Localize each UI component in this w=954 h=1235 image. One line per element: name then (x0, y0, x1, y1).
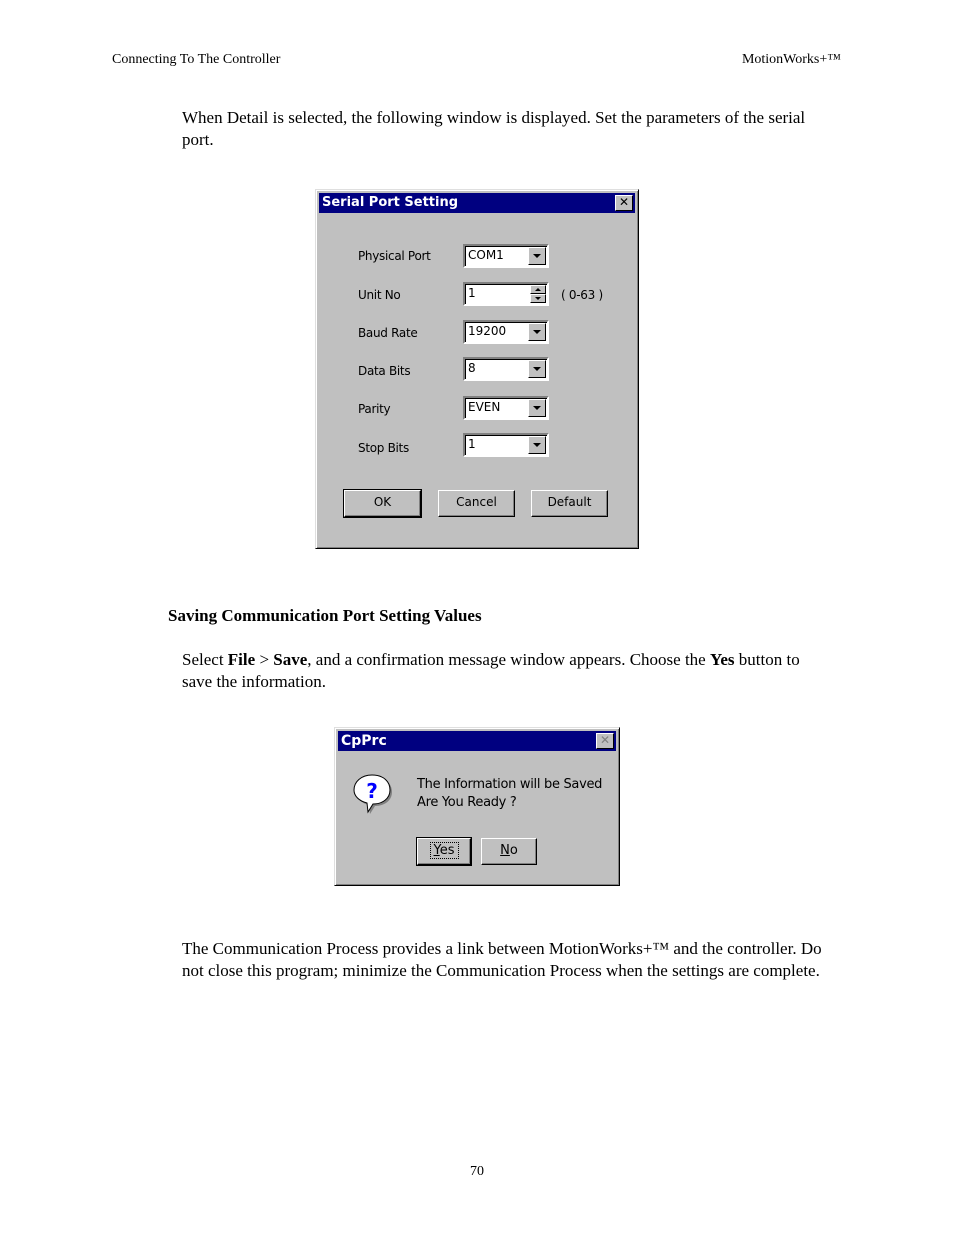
close-icon: ✕ (596, 733, 614, 749)
no-mnemonic: N (500, 843, 510, 858)
parity-label: Parity (358, 402, 391, 416)
stop-bits-select[interactable]: 1 (463, 433, 549, 457)
baud-rate-select[interactable]: 19200 (463, 320, 549, 344)
yes-button-ref: Yes (709, 650, 735, 669)
serial-port-setting-dialog: Serial Port Setting ✕ Physical Port COM1… (315, 189, 639, 549)
chevron-down-icon[interactable] (528, 399, 546, 417)
yes-button[interactable]: Yes (416, 837, 472, 866)
save-instructions: Select File > Save, and a confirmation m… (182, 649, 832, 693)
spinner-buttons (530, 285, 546, 303)
unit-no-label: Unit No (358, 288, 401, 302)
dialog-titlebar: Serial Port Setting ✕ (319, 193, 635, 213)
stop-bits-label: Stop Bits (358, 441, 409, 455)
data-bits-label: Data Bits (358, 364, 411, 378)
text-span: > (255, 650, 274, 669)
section-heading: Saving Communication Port Setting Values (168, 606, 482, 625)
spin-down-icon[interactable] (530, 294, 546, 303)
confirm-dialog: CpPrc ✕ ? The Information will be Saved … (334, 727, 620, 886)
unit-no-spinner[interactable]: 1 (463, 282, 549, 306)
dialog-title: CpPrc (341, 733, 387, 749)
stop-bits-value: 1 (468, 437, 476, 451)
no-button[interactable]: No (481, 838, 537, 865)
page-number: 70 (470, 1164, 484, 1179)
parity-value: EVEN (468, 400, 501, 414)
default-button[interactable]: Default (531, 490, 608, 517)
parity-select[interactable]: EVEN (463, 396, 549, 420)
focus-rect: Yes (429, 842, 459, 859)
yes-label: es (439, 843, 455, 858)
unit-no-range-hint: ( 0-63 ) (561, 288, 603, 302)
spin-up-icon[interactable] (530, 285, 546, 294)
page-header-right: MotionWorks+™ (741, 52, 841, 67)
ok-button[interactable]: OK (343, 489, 422, 518)
svg-text:?: ? (366, 779, 378, 803)
dialog-title: Serial Port Setting (322, 195, 459, 210)
message-line-1: The Information will be Saved (417, 777, 603, 792)
no-label: o (509, 843, 518, 858)
physical-port-label: Physical Port (358, 249, 431, 263)
chevron-down-icon[interactable] (528, 360, 546, 378)
close-icon[interactable]: ✕ (615, 195, 633, 211)
physical-port-value: COM1 (468, 248, 504, 262)
chevron-down-icon[interactable] (528, 247, 546, 265)
cancel-button[interactable]: Cancel (438, 490, 515, 517)
intro-paragraph: When Detail is selected, the following w… (182, 108, 806, 149)
dialog-titlebar: CpPrc ✕ (338, 731, 616, 751)
file-menu-ref: File (227, 650, 256, 669)
question-icon: ? (353, 774, 392, 814)
baud-rate-value: 19200 (468, 324, 507, 338)
chevron-down-icon[interactable] (528, 436, 546, 454)
physical-port-select[interactable]: COM1 (463, 244, 549, 268)
text-span: , and a confirmation message window appe… (307, 650, 710, 669)
text-span: Select (182, 650, 228, 669)
closing-paragraph: The Communication Process provides a lin… (182, 939, 822, 980)
unit-no-value: 1 (468, 286, 476, 300)
chevron-down-icon[interactable] (528, 323, 546, 341)
message-line-2: Are You Ready ? (417, 795, 517, 810)
data-bits-value: 8 (468, 361, 476, 375)
page-header-left: Connecting To The Controller (112, 52, 281, 67)
data-bits-select[interactable]: 8 (463, 357, 549, 381)
baud-rate-label: Baud Rate (358, 326, 418, 340)
save-menu-ref: Save (273, 650, 308, 669)
